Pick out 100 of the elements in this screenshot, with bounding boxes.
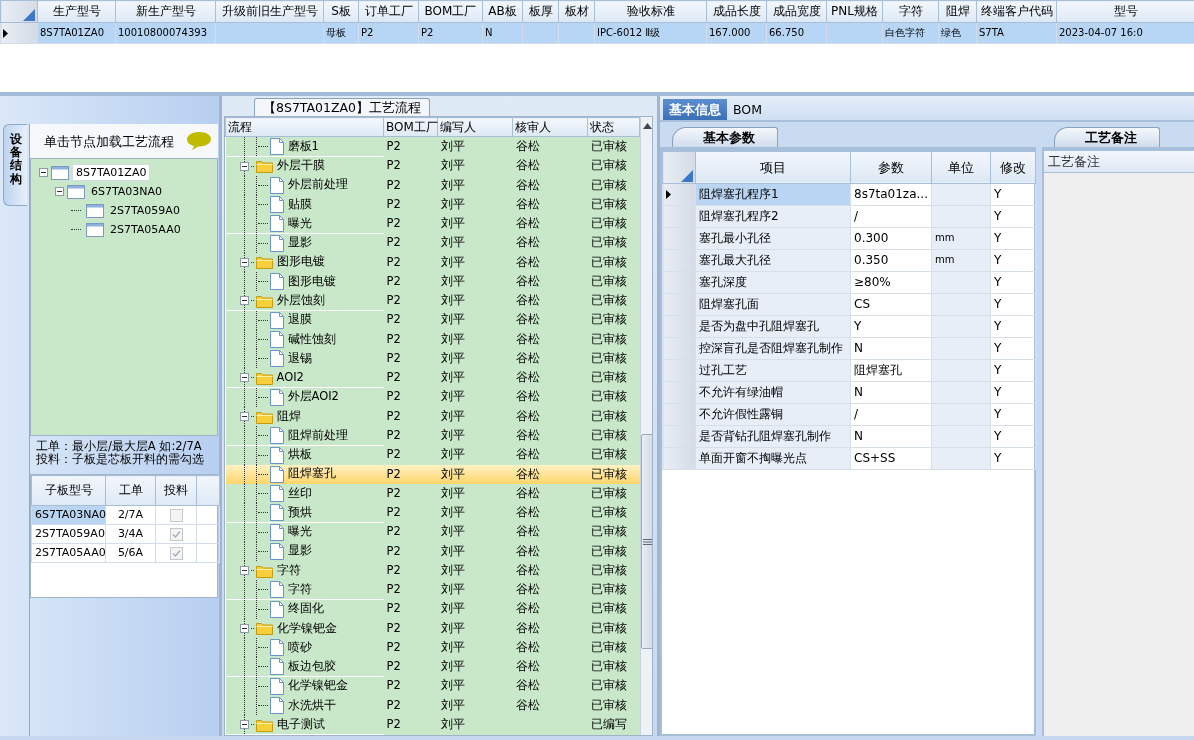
scroll-up-icon[interactable] xyxy=(643,123,652,129)
flow-row[interactable]: 字符 P2 刘平 谷松 已审核 xyxy=(225,580,640,600)
collapse-icon[interactable] xyxy=(239,373,249,383)
table-cell[interactable]: 单面开窗不掏曝光点 xyxy=(695,447,851,470)
collapse-icon[interactable] xyxy=(239,623,249,633)
column-header[interactable]: 新生产型号 xyxy=(115,0,216,23)
flow-row[interactable]: 烘板 P2 刘平 谷松 已审核 xyxy=(225,445,640,465)
column-header[interactable]: 单位 xyxy=(931,151,991,184)
flow-row[interactable]: 外层蚀刻 P2 刘平 谷松 已审核 xyxy=(225,291,640,311)
table-cell[interactable]: 塞孔最小孔径 xyxy=(695,227,851,250)
column-header[interactable]: 生产型号 xyxy=(37,0,116,23)
flow-row[interactable]: 图形电镀 P2 刘平 谷松 已审核 xyxy=(225,272,640,292)
tree-node[interactable]: 8S7TA01ZA0 xyxy=(72,163,151,182)
section-tab[interactable]: 工艺备注 xyxy=(1054,127,1160,147)
flow-row[interactable]: 电子测试 P2 刘平 已编写 xyxy=(225,715,640,735)
flow-row[interactable]: 贴膜 P2 刘平 谷松 已审核 xyxy=(225,195,640,215)
collapse-icon[interactable] xyxy=(239,296,249,306)
flow-row[interactable]: 化学镍钯金 P2 刘平 谷松 已审核 xyxy=(225,676,640,696)
side-tab[interactable]: 设备结构 xyxy=(3,124,27,206)
flow-row[interactable]: 曝光 P2 刘平 谷松 已审核 xyxy=(225,522,640,542)
flow-row[interactable]: 显影 P2 刘平 谷松 已审核 xyxy=(225,233,640,253)
table-cell[interactable]: 阻焊塞孔程序1 xyxy=(695,183,851,206)
tree-node[interactable]: 6S7TA03NA0 xyxy=(88,183,166,200)
panel-title[interactable]: 【8S7TA01ZA0】工艺流程 xyxy=(254,98,431,116)
flow-row[interactable]: 外层AOI2 P2 刘平 谷松 已审核 xyxy=(225,387,640,407)
scrollbar[interactable] xyxy=(640,117,652,735)
flow-row[interactable]: 丝印 P2 刘平 谷松 已审核 xyxy=(225,484,640,504)
column-header[interactable]: 板材 xyxy=(558,0,595,23)
flow-row[interactable]: 字符 P2 刘平 谷松 已审核 xyxy=(225,561,640,581)
column-header[interactable]: S板 xyxy=(323,0,359,23)
column-header[interactable]: 阻焊 xyxy=(938,0,977,23)
column-header[interactable]: BOM工厂 xyxy=(383,117,438,137)
table-cell[interactable]: 不允许假性露铜 xyxy=(695,403,851,426)
flow-row[interactable]: 预烘 P2 刘平 谷松 已审核 xyxy=(225,503,640,523)
checkbox[interactable] xyxy=(169,527,183,541)
column-header[interactable]: PNL规格 xyxy=(826,0,883,23)
table-cell[interactable]: 塞孔深度 xyxy=(695,271,851,294)
flow-row[interactable]: 阻焊前处理 P2 刘平 谷松 已审核 xyxy=(225,426,640,446)
collapse-icon[interactable] xyxy=(239,566,249,576)
flow-row[interactable]: 喷砂 P2 刘平 谷松 已审核 xyxy=(225,638,640,658)
column-header[interactable]: 板厚 xyxy=(522,0,559,23)
column-header[interactable]: 工单 xyxy=(105,475,156,506)
checkbox[interactable] xyxy=(169,508,183,522)
column-header[interactable]: 字符 xyxy=(882,0,939,23)
column-header[interactable]: 升级前旧生产型号 xyxy=(215,0,324,23)
table-cell[interactable]: 塞孔最大孔径 xyxy=(695,249,851,272)
table-cell[interactable]: 不允许有绿油帽 xyxy=(695,381,851,404)
collapse-icon[interactable] xyxy=(239,257,249,267)
checkbox[interactable] xyxy=(169,546,183,560)
flow-row[interactable]: 图形电镀 P2 刘平 谷松 已审核 xyxy=(225,252,640,273)
column-header[interactable]: 验收标准 xyxy=(594,0,707,23)
column-header[interactable]: 项目 xyxy=(695,151,851,184)
tab[interactable]: BOM xyxy=(727,99,768,120)
flow-row[interactable]: 退锡 P2 刘平 谷松 已审核 xyxy=(225,349,640,369)
column-header[interactable]: 核审人 xyxy=(512,117,588,137)
flow-row[interactable]: 终固化 P2 刘平 谷松 已审核 xyxy=(225,599,640,619)
column-header[interactable]: 参数 xyxy=(850,151,932,184)
table-cell[interactable]: 是否为盘中孔阻焊塞孔 xyxy=(695,315,851,338)
flow-row[interactable]: 外层干膜 P2 刘平 谷松 已审核 xyxy=(225,156,640,176)
collapse-icon[interactable] xyxy=(239,720,249,730)
column-header[interactable]: 成品长度 xyxy=(706,0,767,23)
tab[interactable]: 基本信息 xyxy=(663,99,727,120)
column-header[interactable]: AB板 xyxy=(482,0,523,23)
column-header[interactable]: 流程 xyxy=(225,117,384,137)
table-cell[interactable]: 阻焊塞孔面 xyxy=(695,293,851,316)
collapse-icon[interactable] xyxy=(239,412,249,421)
table-cell[interactable]: 2S7TA05AA0 xyxy=(31,543,106,563)
column-header[interactable]: 成品宽度 xyxy=(766,0,827,23)
column-header[interactable]: 编写人 xyxy=(437,117,513,137)
tree-node[interactable]: 2S7TA059A0 xyxy=(107,202,183,219)
scrollbar-thumb[interactable] xyxy=(641,434,652,649)
column-header[interactable]: 订单工厂 xyxy=(358,0,419,23)
collapse-icon[interactable] xyxy=(55,187,64,196)
column-header[interactable]: 子板型号 xyxy=(31,475,106,506)
collapse-icon[interactable] xyxy=(239,161,249,171)
flow-row[interactable]: 水洗烘干 P2 刘平 谷松 已审核 xyxy=(225,696,640,716)
tree-node[interactable]: 2S7TA05AA0 xyxy=(107,221,184,238)
column-header[interactable]: 修改 xyxy=(990,151,1036,184)
section-tab[interactable]: 基本参数 xyxy=(672,127,778,147)
table-cell[interactable]: 是否背钻孔阻焊塞孔制作 xyxy=(695,425,851,448)
column-header[interactable]: 终端客户代码 xyxy=(976,0,1057,23)
column-header[interactable]: 状态 xyxy=(587,117,640,137)
flow-row[interactable]: AOI2 P2 刘平 谷松 已审核 xyxy=(225,368,640,388)
column-header[interactable]: 投料 xyxy=(155,475,197,506)
column-header[interactable]: BOM工厂 xyxy=(418,0,483,23)
table-cell[interactable]: 过孔工艺 xyxy=(695,359,851,382)
flow-row[interactable]: 退膜 P2 刘平 谷松 已审核 xyxy=(225,310,640,330)
table-cell[interactable]: 2S7TA059A0 xyxy=(31,524,106,544)
flow-row[interactable]: 显影 P2 刘平 谷松 已审核 xyxy=(225,541,640,562)
flow-row[interactable]: 碱性蚀刻 P2 刘平 谷松 已审核 xyxy=(225,329,640,350)
column-header[interactable]: 型号 xyxy=(1056,0,1194,23)
flow-row[interactable]: 曝光 P2 刘平 谷松 已审核 xyxy=(225,214,640,234)
collapse-icon[interactable] xyxy=(39,168,48,177)
flow-row[interactable]: 化学镍钯金 P2 刘平 谷松 已审核 xyxy=(225,618,640,639)
flow-row[interactable]: 外层前处理 P2 刘平 谷松 已审核 xyxy=(225,175,640,196)
flow-row[interactable]: 阻焊塞孔 P2 刘平 谷松 已审核 xyxy=(225,464,640,485)
table-cell[interactable]: 阻焊塞孔程序2 xyxy=(695,205,851,228)
flow-row[interactable]: 阻焊 P2 刘平 谷松 已审核 xyxy=(225,407,640,427)
flow-row[interactable]: 板边包胶 P2 刘平 谷松 已审核 xyxy=(225,657,640,677)
flow-row[interactable]: 磨板1 P2 刘平 谷松 已审核 xyxy=(225,136,640,157)
